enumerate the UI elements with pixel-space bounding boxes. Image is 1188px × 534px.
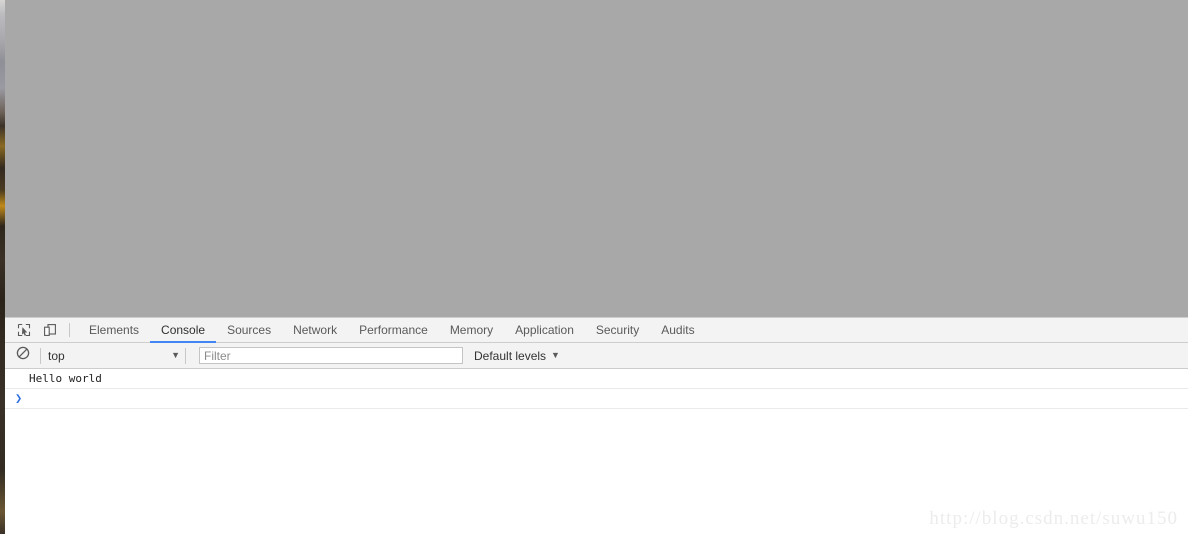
- inspect-element-button[interactable]: [11, 318, 37, 342]
- console-message-text: Hello world: [29, 372, 102, 385]
- clear-console-button[interactable]: [11, 344, 35, 368]
- devtools-panel: Elements Console Sources Network Perform…: [5, 317, 1188, 534]
- devtools-tabbar: Elements Console Sources Network Perform…: [5, 318, 1188, 343]
- console-prompt-row[interactable]: ❯: [5, 389, 1188, 409]
- tab-console-label: Console: [161, 323, 206, 337]
- prompt-chevron-icon: ❯: [15, 391, 23, 405]
- console-context-selector[interactable]: top ▼: [48, 349, 180, 363]
- console-toolbar-divider-2: [185, 347, 186, 364]
- tab-audits[interactable]: Audits: [650, 318, 705, 342]
- tab-security-label: Security: [595, 323, 640, 337]
- tab-application[interactable]: Application: [504, 318, 585, 342]
- devtools-tab-list: Elements Console Sources Network Perform…: [78, 318, 706, 343]
- browser-viewport[interactable]: [5, 0, 1188, 317]
- tab-security[interactable]: Security: [585, 318, 650, 342]
- tab-performance-label: Performance: [359, 323, 428, 337]
- console-message[interactable]: Hello world: [5, 369, 1188, 389]
- console-log-levels-label: Default levels: [474, 348, 547, 363]
- console-toolbar-divider-1: [40, 347, 41, 364]
- tab-console[interactable]: Console: [150, 318, 217, 343]
- tab-sources-label: Sources: [227, 323, 272, 337]
- console-log-levels-selector[interactable]: Default levels ▼: [474, 349, 560, 363]
- device-toolbar-icon: [43, 323, 57, 337]
- tab-memory[interactable]: Memory: [439, 318, 504, 342]
- page-edge-sliver: [0, 0, 5, 534]
- clear-console-icon: [16, 346, 30, 365]
- console-filter-input[interactable]: [199, 347, 463, 364]
- device-toolbar-button[interactable]: [37, 318, 63, 342]
- console-prompt-input[interactable]: [29, 391, 1188, 406]
- tab-sources[interactable]: Sources: [216, 318, 282, 342]
- tab-network-label: Network: [293, 323, 338, 337]
- tab-application-label: Application: [515, 323, 574, 337]
- inspect-element-icon: [17, 323, 31, 337]
- tab-audits-label: Audits: [661, 323, 695, 337]
- console-toolbar: top ▼ Default levels ▼: [5, 343, 1188, 369]
- chevron-down-icon: ▼: [171, 350, 180, 360]
- tab-elements-label: Elements: [89, 323, 140, 337]
- watermark-text: http://blog.csdn.net/suwu150: [929, 508, 1178, 529]
- tab-memory-label: Memory: [449, 323, 494, 337]
- devtools-screenshot: Elements Console Sources Network Perform…: [0, 0, 1188, 534]
- tab-network[interactable]: Network: [282, 318, 348, 342]
- tab-elements[interactable]: Elements: [78, 318, 150, 342]
- console-context-value: top: [48, 348, 65, 363]
- chevron-down-icon: ▼: [551, 350, 560, 360]
- tab-performance[interactable]: Performance: [348, 318, 439, 342]
- toolbar-divider: [69, 323, 70, 337]
